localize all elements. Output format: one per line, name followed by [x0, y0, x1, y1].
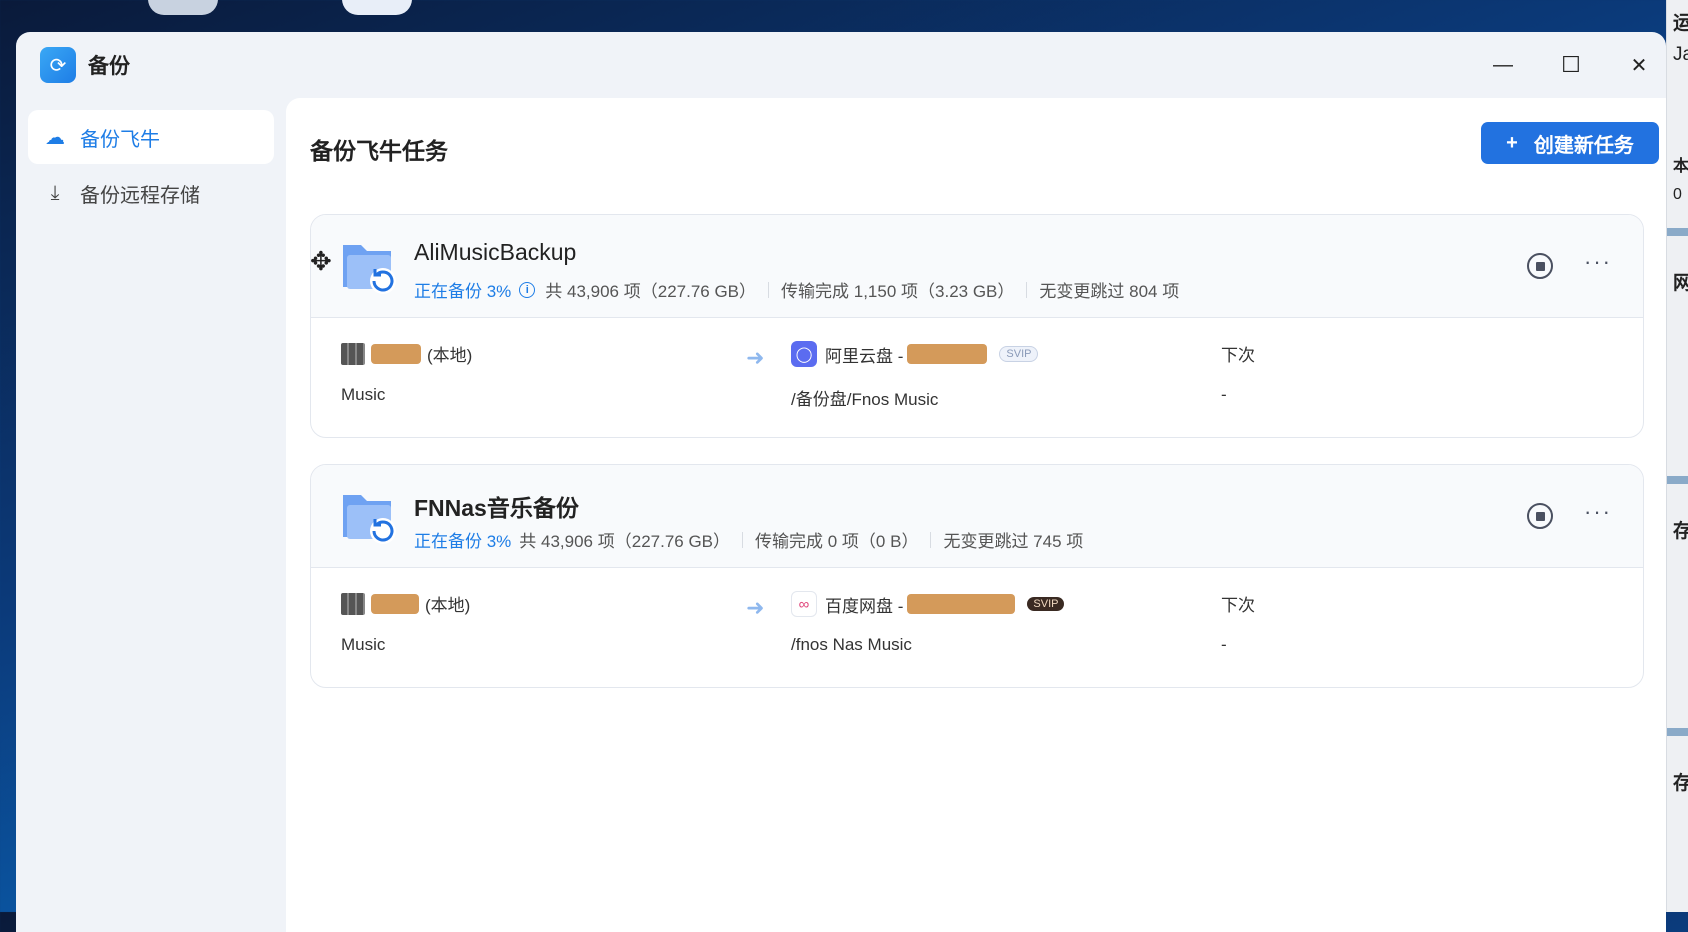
dest-service: 百度网盘 -: [825, 596, 904, 616]
maximize-button[interactable]: ☐: [1556, 50, 1586, 80]
dest-path: /fnos Nas Music: [791, 635, 912, 654]
widget-text: 本: [1673, 158, 1688, 175]
arrow-right-icon: ➜: [746, 345, 765, 370]
plus-icon: +: [1506, 131, 1518, 154]
widget-text: 存: [1673, 773, 1688, 794]
source-location: (本地): [341, 591, 470, 616]
stop-button[interactable]: [1527, 253, 1553, 279]
source-path: Music: [341, 385, 386, 404]
arrow-right-icon: ➜: [746, 595, 765, 620]
redacted-account-name: [907, 594, 1016, 614]
sidebar-item-backup-remote[interactable]: ⤓ 备份远程存储: [28, 166, 274, 220]
source-suffix: (本地): [427, 346, 473, 365]
nas-server-icon: [341, 342, 365, 365]
next-run-value: -: [1221, 385, 1227, 404]
skipped-items: 无变更跳过 745 项: [943, 532, 1084, 551]
desktop-app-icon[interactable]: [342, 0, 412, 15]
sidebar-item-label: 备份远程存储: [80, 184, 200, 207]
move-cursor-icon: ✥: [310, 246, 332, 276]
next-run-value: -: [1221, 635, 1227, 654]
aliyun-drive-icon: ◯: [791, 341, 817, 367]
create-task-label: 创建新任务: [1533, 134, 1634, 157]
widget-text: 运: [1673, 13, 1688, 34]
redacted-device-name: [371, 343, 421, 364]
folder-sync-icon: [343, 495, 396, 544]
sidebar-item-backup-fnos[interactable]: ☁ 备份飞牛: [28, 110, 274, 164]
cloud-upload-icon: ☁: [45, 126, 65, 149]
source-path: Music: [341, 635, 386, 654]
next-run-label: 下次: [1221, 346, 1255, 365]
destination-location: ◯ 阿里云盘 - SVIP: [791, 341, 1039, 367]
page-title: 备份飞牛任务: [310, 138, 448, 164]
widget-text: Ja: [1673, 44, 1688, 65]
widget-text: 网: [1673, 273, 1688, 294]
sidebar: ☁ 备份飞牛 ⤓ 备份远程存储: [16, 98, 286, 932]
backup-window: ⟳ 备份 — ☐ ✕ ☁ 备份飞牛 ⤓ 备份远程存储 备份飞牛任务 + 创建新任…: [16, 32, 1666, 932]
desktop-widget-panel: 运 Ja 本 0 网 存 存: [1666, 0, 1688, 912]
backup-app-icon: ⟳: [40, 47, 76, 83]
widget-text: 存: [1673, 521, 1688, 542]
progress-status: 正在备份 3%: [414, 282, 512, 301]
task-name: AliMusicBackup: [414, 239, 577, 265]
task-status: 正在备份 3% 共 43,906 项（227.76 GB） 传输完成 0 项（0…: [414, 527, 1083, 552]
sidebar-item-label: 备份飞牛: [80, 128, 160, 151]
svip-badge: SVIP: [999, 346, 1039, 362]
download-icon: ⤓: [50, 181, 60, 204]
stop-button[interactable]: [1527, 503, 1553, 529]
total-items: 共 43,906 项（227.76 GB）: [519, 532, 731, 551]
transferred-items: 传输完成 0 项（0 B）: [755, 532, 919, 551]
dest-path: /备份盘/Fnos Music: [791, 390, 939, 409]
source-location: (本地): [341, 341, 472, 366]
window-title: 备份: [88, 55, 130, 78]
stop-icon: [1535, 261, 1545, 271]
desktop-app-icon[interactable]: [148, 0, 218, 15]
task-card[interactable]: FNNas音乐备份 正在备份 3% 共 43,906 项（227.76 GB） …: [310, 464, 1644, 688]
more-options-button[interactable]: ···: [1584, 249, 1612, 275]
more-options-button[interactable]: ···: [1584, 499, 1612, 525]
stop-icon: [1535, 511, 1545, 521]
widget-text: 0: [1673, 186, 1682, 203]
task-card[interactable]: AliMusicBackup 正在备份 3% i 共 43,906 项（227.…: [310, 214, 1644, 438]
title-bar[interactable]: ⟳ 备份 — ☐ ✕: [16, 32, 1666, 98]
task-name: FNNas音乐备份: [414, 495, 579, 521]
create-task-button[interactable]: + 创建新任务: [1481, 122, 1659, 164]
total-items: 共 43,906 项（227.76 GB）: [545, 282, 757, 301]
baidu-netdisk-icon: ∞: [791, 591, 817, 617]
main-panel: 备份飞牛任务 + 创建新任务 AliMusicBackup 正在备份 3% i …: [286, 98, 1666, 932]
redacted-account-name: [907, 344, 988, 364]
folder-sync-icon: [343, 245, 396, 294]
svip-badge: SVIP: [1027, 597, 1065, 611]
redacted-device-name: [371, 593, 419, 614]
task-status: 正在备份 3% i 共 43,906 项（227.76 GB） 传输完成 1,1…: [414, 277, 1179, 302]
progress-status: 正在备份 3%: [414, 532, 512, 551]
task-header: AliMusicBackup 正在备份 3% i 共 43,906 项（227.…: [311, 215, 1643, 318]
info-icon[interactable]: i: [519, 281, 536, 298]
destination-location: ∞ 百度网盘 - SVIP: [791, 591, 1065, 617]
transferred-items: 传输完成 1,150 项（3.23 GB）: [781, 282, 1015, 301]
nas-server-icon: [341, 592, 365, 615]
skipped-items: 无变更跳过 804 项: [1039, 282, 1180, 301]
minimize-button[interactable]: —: [1488, 50, 1518, 80]
close-button[interactable]: ✕: [1624, 50, 1654, 80]
task-header: FNNas音乐备份 正在备份 3% 共 43,906 项（227.76 GB） …: [311, 465, 1643, 568]
source-suffix: (本地): [425, 596, 471, 615]
dest-service: 阿里云盘 -: [825, 346, 904, 366]
next-run-label: 下次: [1221, 596, 1255, 615]
